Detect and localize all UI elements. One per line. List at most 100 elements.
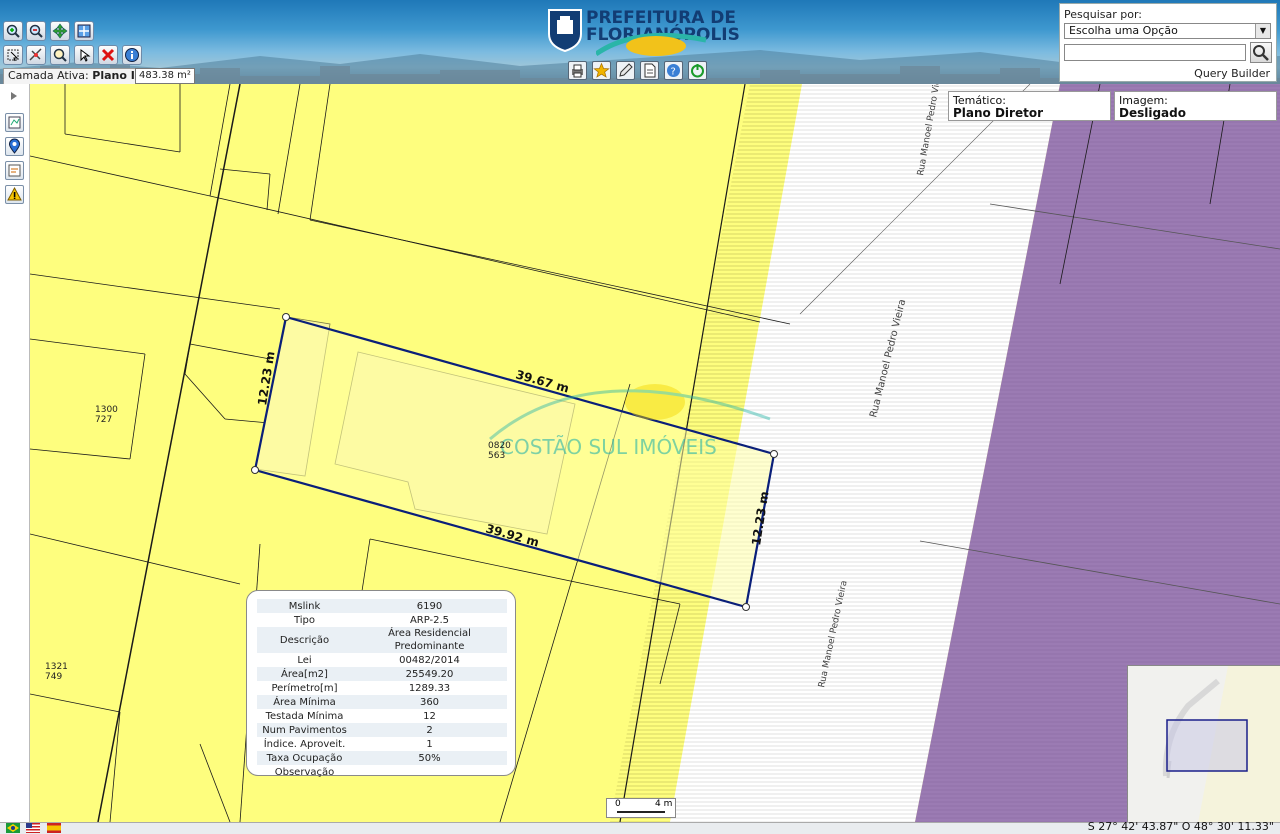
search-option-select[interactable]: Escolha uma Opção ▼ — [1064, 23, 1271, 39]
power-icon — [691, 64, 704, 78]
info-key: Índice. Aproveit. — [263, 738, 346, 750]
notes-button[interactable] — [5, 161, 24, 180]
help-button[interactable]: ? — [664, 61, 683, 80]
image-value: Desligado — [1119, 106, 1186, 120]
info-key: Tipo — [293, 614, 316, 626]
vertex-handle[interactable] — [770, 450, 778, 458]
search-panel: Pesquisar por: Escolha uma Opção ▼ Query… — [1059, 3, 1277, 82]
info-value: Área Residencial Predominante — [352, 627, 507, 653]
info-row: Perímetro[m] 1289.33 — [257, 681, 507, 695]
info-button[interactable] — [122, 45, 142, 65]
info-icon — [125, 48, 139, 62]
map-svg[interactable]: COSTÃO SUL IMÓVEIS 39.67 m 39.92 m 12.23… — [30, 84, 1280, 822]
scale-line — [617, 811, 665, 813]
zoom-in-icon — [6, 24, 20, 38]
zoom-out-button[interactable] — [26, 21, 46, 41]
full-extent-button[interactable] — [74, 21, 94, 41]
search-input[interactable] — [1064, 44, 1246, 61]
warning-button[interactable] — [5, 185, 24, 204]
parcel-label-1-line2: 727 — [95, 415, 112, 425]
info-value: ARP-2.5 — [409, 614, 450, 626]
info-row: Observação — [257, 765, 507, 779]
vertex-handle[interactable] — [282, 313, 290, 321]
expand-arrow-icon[interactable] — [9, 91, 19, 101]
info-row: Lei 00482/2014 — [257, 653, 507, 667]
info-value: 2 — [352, 723, 507, 737]
zoom-window-icon — [53, 48, 67, 62]
info-row: Área[m2] 25549.20 — [257, 667, 507, 681]
pointer-button[interactable] — [74, 45, 94, 65]
print-button[interactable] — [568, 61, 587, 80]
overview-map[interactable] — [1127, 665, 1280, 824]
info-value: 25549.20 — [352, 667, 507, 681]
image-box[interactable]: Imagem: Desligado — [1114, 91, 1277, 121]
refresh-button[interactable] — [688, 61, 707, 80]
vertex-handle[interactable] — [251, 466, 259, 474]
vertex-handle[interactable] — [742, 603, 750, 611]
zoning-info-table: Mslink 6190 Tipo ARP-2.5 Descrição Área Resid… — [257, 599, 507, 779]
measure-icon — [29, 48, 42, 61]
layers-button[interactable] — [5, 113, 24, 132]
city-crest-logo — [548, 9, 582, 52]
info-value: 6190 — [352, 599, 507, 613]
overview-viewport[interactable] — [1166, 719, 1248, 772]
info-value: 12 — [423, 710, 436, 722]
info-value: 360 — [352, 695, 507, 709]
info-row: Taxa Ocupação 50% — [257, 751, 507, 765]
info-key: Lei — [297, 654, 312, 666]
thematic-value: Plano Diretor — [953, 106, 1043, 120]
select-tool-button[interactable] — [3, 45, 23, 65]
info-key: Taxa Ocupação — [257, 751, 352, 765]
map-canvas[interactable]: COSTÃO SUL IMÓVEIS 39.67 m 39.92 m 12.23… — [30, 84, 1280, 822]
query-builder-link[interactable]: Query Builder — [1194, 67, 1270, 80]
document-button[interactable] — [640, 61, 659, 80]
info-key: Área[m2] — [257, 667, 352, 681]
info-row: Num Pavimentos 2 — [257, 723, 507, 737]
info-value: 00482/2014 — [399, 654, 460, 666]
location-button[interactable] — [5, 137, 24, 156]
search-selected-option: Escolha uma Opção — [1069, 24, 1178, 37]
warning-icon — [7, 186, 22, 201]
document-icon — [644, 63, 656, 78]
search-label: Pesquisar por: — [1064, 8, 1142, 21]
info-key: Num Pavimentos — [257, 723, 352, 737]
dropdown-arrow-icon: ▼ — [1255, 24, 1270, 38]
parcel-label-1-line1: 1300 — [95, 405, 118, 415]
pan-button[interactable] — [50, 21, 70, 41]
pencil-icon — [619, 63, 633, 77]
active-layer-label: Camada Ativa: — [8, 69, 89, 82]
watermark-text: COSTÃO SUL IMÓVEIS — [500, 435, 717, 459]
info-key: Descrição — [257, 627, 352, 653]
thematic-box[interactable]: Temático: Plano Diretor — [948, 91, 1111, 121]
brazil-flag-icon[interactable] — [6, 823, 20, 833]
scale-start-label: 0 — [615, 799, 621, 809]
notes-icon — [8, 164, 21, 177]
layers-icon — [8, 116, 21, 129]
pointer-icon — [80, 49, 91, 62]
info-key: Área Mínima — [257, 695, 352, 709]
zoning-info-popup: Mslink 6190 Tipo ARP-2.5 Descrição Área Resid… — [246, 590, 516, 779]
star-icon — [593, 62, 610, 78]
full-extent-icon — [77, 24, 91, 38]
usa-flag-icon[interactable] — [26, 823, 40, 833]
edit-button[interactable] — [616, 61, 635, 80]
map-pin-icon — [8, 138, 21, 154]
clear-button[interactable] — [98, 45, 118, 65]
select-icon — [7, 49, 19, 62]
search-button[interactable] — [1250, 42, 1272, 63]
left-toolbar — [0, 84, 30, 824]
status-bar: S 27° 42' 43.87" O 48° 30' 11.33" — [0, 820, 1280, 834]
info-row: Descrição Área Residencial Predominante — [257, 627, 507, 653]
measure-tool-button[interactable] — [26, 45, 46, 65]
scale-end-label: 4 m — [655, 799, 673, 809]
zoom-out-icon — [29, 24, 43, 38]
zoom-in-button[interactable] — [3, 21, 23, 41]
info-key: Observação — [274, 766, 335, 778]
info-row: Índice. Aproveit. 1 — [257, 737, 507, 751]
favorites-button[interactable] — [592, 61, 611, 80]
scale-bar: 0 4 m — [606, 798, 676, 818]
search-icon — [1253, 45, 1269, 61]
spain-flag-icon[interactable] — [47, 823, 61, 833]
zoom-window-button[interactable] — [50, 45, 70, 65]
svg-text:?: ? — [671, 67, 676, 78]
